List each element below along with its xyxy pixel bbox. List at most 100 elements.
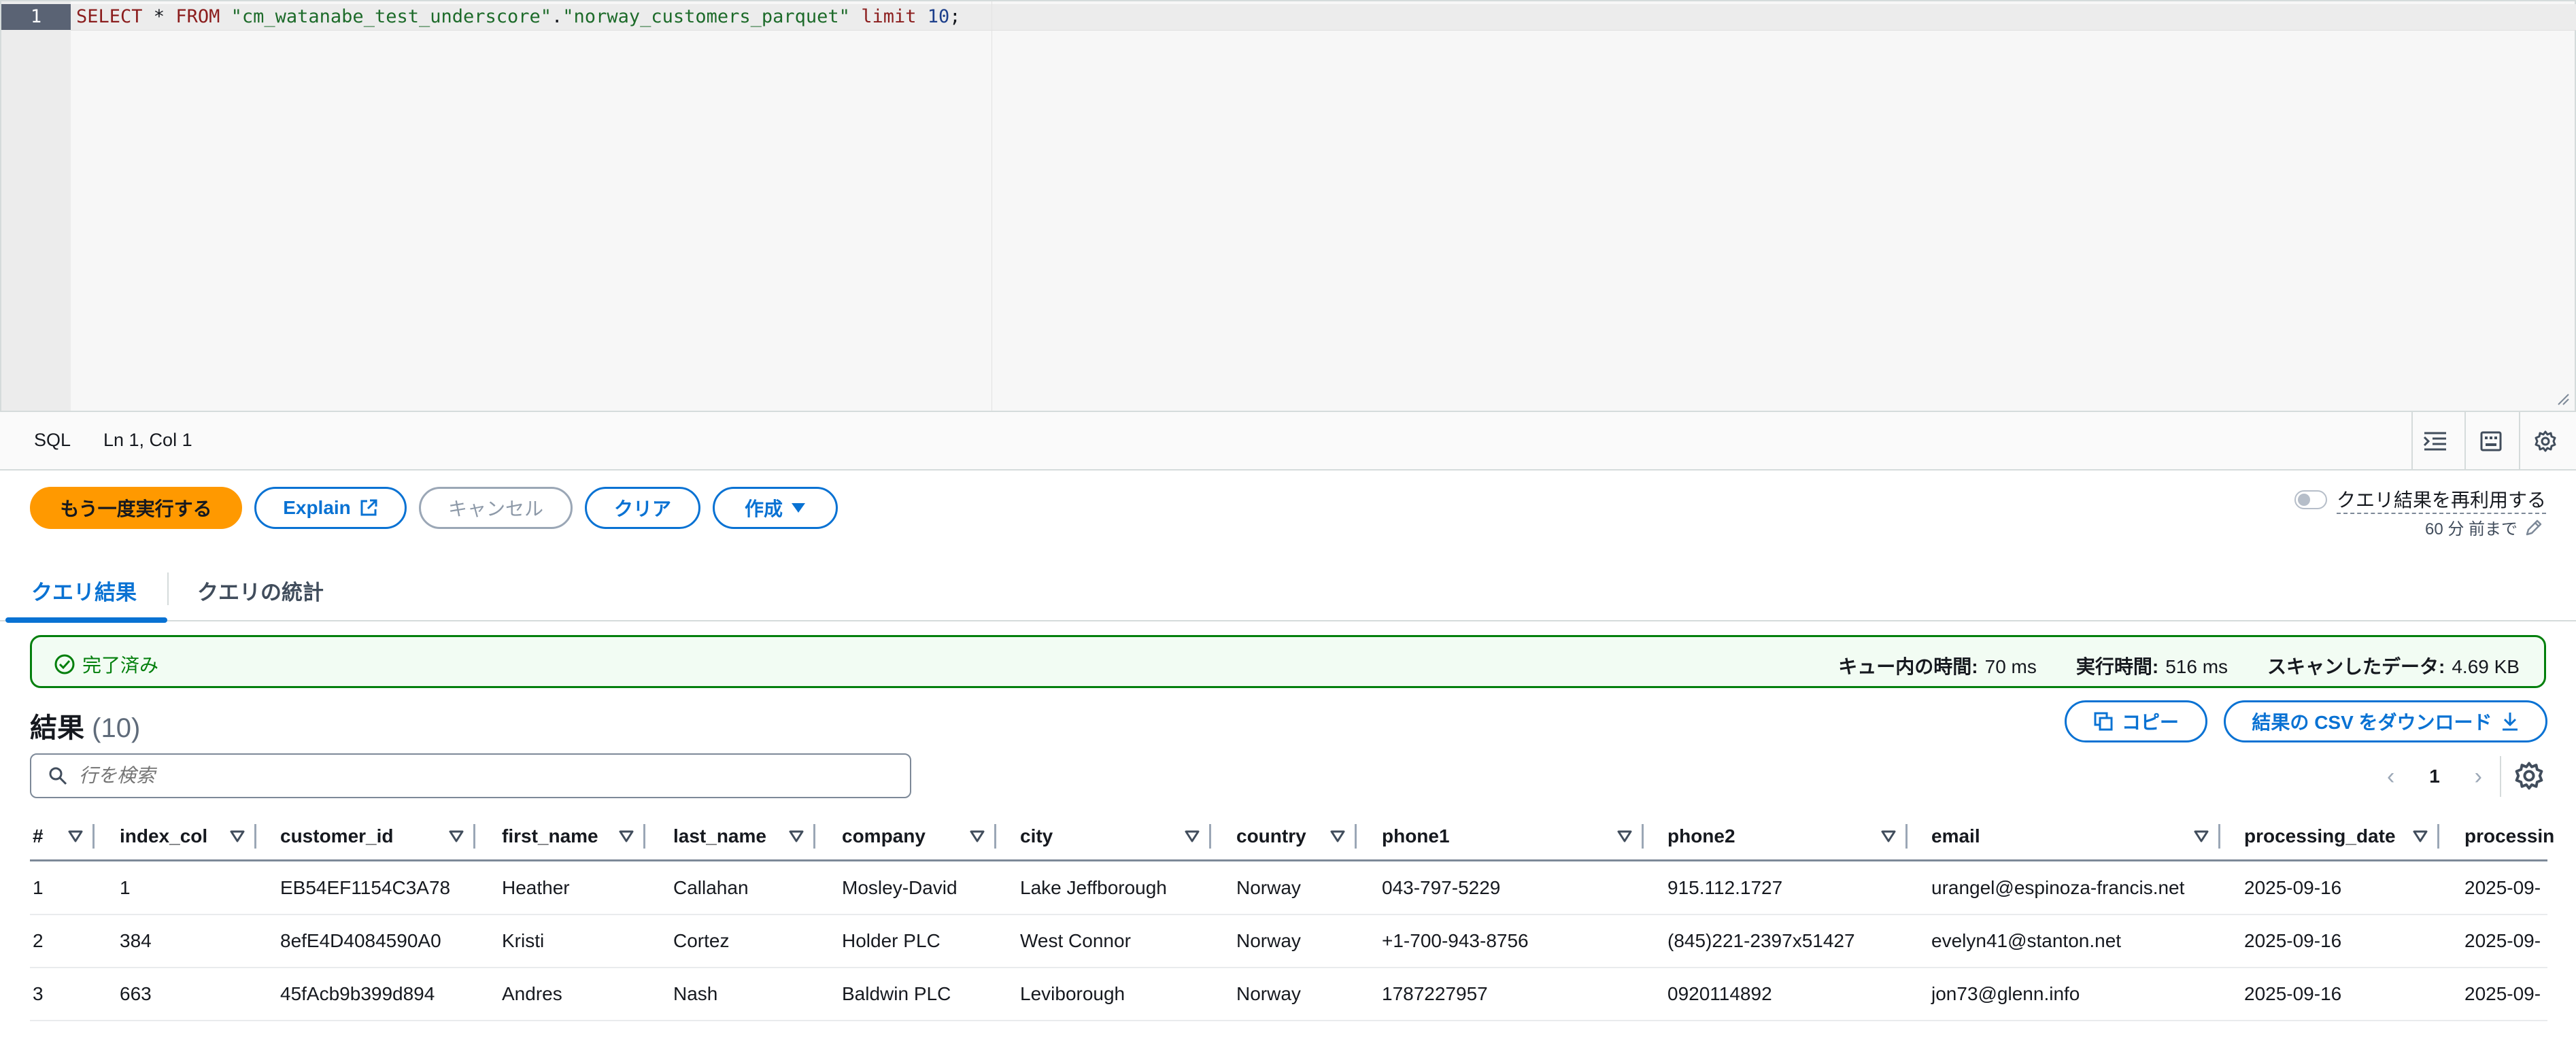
sql-keyword-select: SELECT [76, 6, 143, 27]
sort-filter-icon[interactable] [619, 812, 634, 861]
results-count: (10) [92, 713, 141, 743]
indent-icon[interactable] [2420, 426, 2451, 457]
queue-time-metric: キュー内の時間: 70 ms [1838, 652, 2037, 679]
column-resize-handle[interactable] [473, 824, 475, 849]
external-link-icon [360, 499, 377, 516]
row-search-input[interactable] [78, 764, 896, 787]
table-cell: 2025-09- [2464, 930, 2541, 951]
sql-editor[interactable]: 1 SELECT * FROM "cm_watanabe_test_unders… [0, 0, 2576, 412]
column-header-email[interactable]: email [1931, 812, 1980, 861]
column-resize-handle[interactable] [1355, 824, 1357, 849]
pencil-icon[interactable] [2524, 518, 2543, 537]
exec-time-metric: 実行時間: 516 ms [2076, 652, 2228, 679]
current-page[interactable]: 1 [2429, 766, 2440, 787]
table-cell: West Connor [1020, 930, 1131, 951]
table-settings-icon[interactable] [2515, 762, 2543, 790]
table-row-divider [30, 914, 2547, 915]
prev-page-icon[interactable]: ‹ [2387, 764, 2394, 790]
column-resize-handle[interactable] [2437, 824, 2439, 849]
column-resize-handle[interactable] [2218, 824, 2220, 849]
gear-icon[interactable] [2530, 426, 2561, 457]
table-cell: 2025-09-16 [2244, 930, 2342, 951]
create-dropdown-button[interactable]: 作成 [713, 487, 838, 529]
sort-filter-icon[interactable] [230, 812, 245, 861]
clear-button[interactable]: クリア [585, 487, 700, 529]
editor-status-bar: SQL Ln 1, Col 1 [0, 412, 2576, 471]
column-header-company[interactable]: company [842, 812, 926, 861]
keyboard-icon[interactable] [2475, 426, 2507, 457]
explain-label: Explain [283, 497, 351, 518]
sort-filter-icon[interactable] [789, 812, 804, 861]
column-header-processing-date[interactable]: processing_date [2244, 812, 2396, 861]
sql-code-line[interactable]: SELECT * FROM "cm_watanabe_test_undersco… [76, 4, 961, 30]
sql-semicolon: ; [949, 6, 961, 27]
editor-gutter [1, 1, 71, 411]
status-divider [2464, 412, 2466, 471]
table-cell: Norway [1236, 930, 1301, 951]
copy-label: コピー [2121, 712, 2179, 733]
editor-language: SQL [34, 430, 71, 450]
tab-query-stats[interactable]: クエリの統計 [197, 575, 324, 606]
sql-keyword-from: FROM [175, 6, 220, 27]
sort-filter-icon[interactable] [2413, 812, 2428, 861]
table-cell: evelyn41@stanton.net [1931, 930, 2122, 951]
reuse-results-label[interactable]: クエリ結果を再利用する [2336, 485, 2546, 514]
sort-filter-icon[interactable] [1185, 812, 1200, 861]
column-header--[interactable]: # [33, 812, 44, 861]
column-resize-handle[interactable] [643, 824, 645, 849]
column-header-phone1[interactable]: phone1 [1382, 812, 1450, 861]
caret-down-icon [792, 503, 805, 513]
column-header-customer-id[interactable]: customer_id [280, 812, 394, 861]
download-csv-button[interactable]: 結果の CSV をダウンロード [2224, 700, 2547, 742]
table-cell: Nash [673, 983, 718, 1004]
sql-keyword-limit: limit [861, 6, 917, 27]
column-resize-handle[interactable] [1642, 824, 1644, 849]
column-header-first-name[interactable]: first_name [502, 812, 598, 861]
column-header-phone2[interactable]: phone2 [1667, 812, 1735, 861]
column-header-country[interactable]: country [1236, 812, 1306, 861]
copy-button[interactable]: コピー [2065, 700, 2207, 742]
resize-grip-icon[interactable] [2556, 392, 2569, 405]
table-row-divider [30, 967, 2547, 968]
scanned-data-label: スキャンしたデータ: [2267, 656, 2445, 677]
column-resize-handle[interactable] [254, 824, 256, 849]
column-resize-handle[interactable] [1209, 824, 1211, 849]
cancel-button[interactable]: キャンセル [419, 487, 573, 529]
table-cell: Holder PLC [842, 930, 940, 951]
sort-filter-icon[interactable] [1330, 812, 1345, 861]
column-resize-handle[interactable] [994, 824, 996, 849]
next-page-icon[interactable]: › [2475, 764, 2482, 790]
reuse-results-control: クエリ結果を再利用する [2294, 485, 2546, 514]
sort-filter-icon[interactable] [1881, 812, 1896, 861]
table-cell: 0920114892 [1667, 983, 1772, 1004]
column-resize-handle[interactable] [1905, 824, 1908, 849]
column-resize-handle[interactable] [92, 824, 95, 849]
download-csv-label: 結果の CSV をダウンロード [2252, 712, 2492, 733]
column-header-processin[interactable]: processin [2464, 812, 2554, 861]
sort-filter-icon[interactable] [970, 812, 985, 861]
exec-time-label: 実行時間: [2075, 656, 2159, 677]
table-cell: jon73@glenn.info [1931, 983, 2080, 1004]
table-cell: 915.112.1727 [1667, 877, 1783, 898]
cursor-position: Ln 1, Col 1 [103, 430, 192, 450]
check-circle-icon [54, 654, 75, 674]
sort-filter-icon[interactable] [449, 812, 464, 861]
sort-filter-icon[interactable] [2194, 812, 2209, 861]
table-cell: +1-700-943-8756 [1382, 930, 1529, 951]
tab-query-results[interactable]: クエリ結果 [31, 575, 137, 606]
table-cell: 663 [120, 983, 152, 1004]
reuse-results-toggle[interactable] [2294, 490, 2327, 509]
sql-dot: . [552, 6, 563, 27]
sql-table-name: "norway_customers_parquet" [562, 6, 850, 27]
run-again-button[interactable]: もう一度実行する [30, 487, 242, 529]
exec-time-value: 516 ms [2165, 656, 2228, 677]
explain-button[interactable]: Explain [254, 487, 407, 529]
column-header-index-col[interactable]: index_col [120, 812, 207, 861]
sort-filter-icon[interactable] [68, 812, 83, 861]
column-resize-handle[interactable] [813, 824, 815, 849]
table-cell: Lake Jeffborough [1020, 877, 1167, 898]
column-header-last-name[interactable]: last_name [673, 812, 766, 861]
table-cell: 1 [33, 877, 44, 898]
sort-filter-icon[interactable] [1617, 812, 1632, 861]
column-header-city[interactable]: city [1020, 812, 1053, 861]
